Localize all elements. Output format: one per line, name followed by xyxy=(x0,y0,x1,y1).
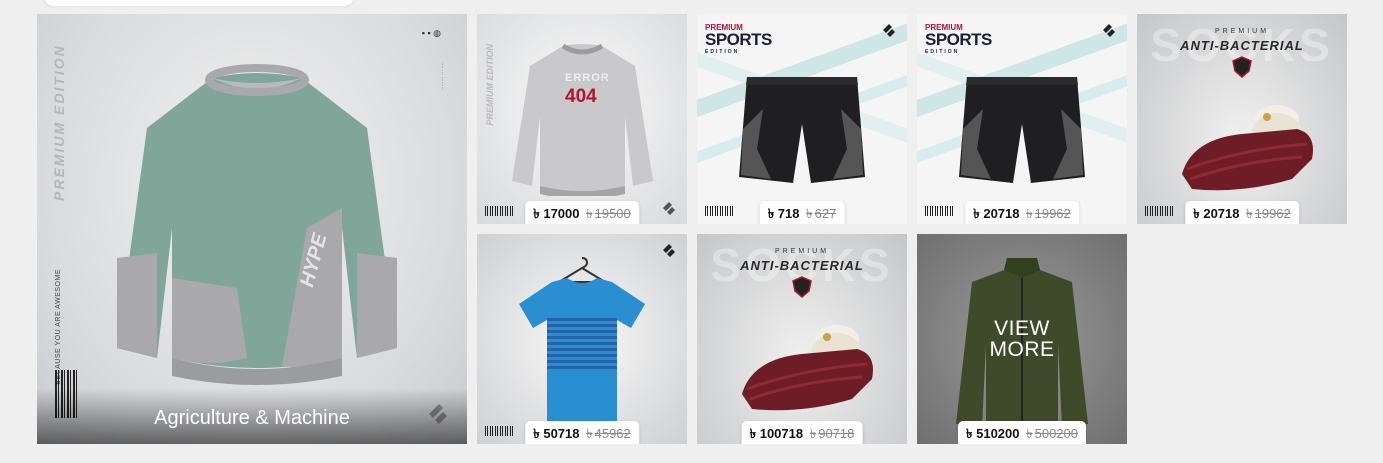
title-prefix: PREMIUM xyxy=(1214,28,1270,35)
price-badge: ৳ 50718 ৳ 45962 xyxy=(525,421,639,444)
old-price: 19962 xyxy=(1254,206,1291,221)
graphic-number: 404 xyxy=(565,86,597,107)
barcode-icon xyxy=(485,426,515,436)
old-currency-symbol: ৳ xyxy=(1026,426,1033,441)
old-currency-symbol: ৳ xyxy=(809,426,817,441)
old-currency-symbol: ৳ xyxy=(586,426,593,441)
current-price: 100718 xyxy=(759,426,804,441)
price-badge: ৳ 510200 ৳ 500200 xyxy=(958,421,1086,444)
sweatshirt-image xyxy=(117,64,397,385)
view-more-card[interactable]: VIEW MORE ৳ 510200 ৳ 500200 xyxy=(917,234,1127,444)
current-price: 510200 xyxy=(976,426,1020,441)
old-currency-symbol: ৳ xyxy=(1246,206,1253,221)
price-badge: ৳ 20718 ৳ 19962 xyxy=(1185,201,1299,224)
price-badge: ৳ 17000 ৳ 19500 xyxy=(525,201,639,224)
price-badge: ৳ 100718 ৳ 90718 xyxy=(741,421,863,444)
old-price: 500200 xyxy=(1034,426,1078,441)
title-prefix: PREMIUM xyxy=(774,248,830,255)
current-price: 17000 xyxy=(543,206,580,221)
product-title: ANTI-BACTERIAL xyxy=(740,258,864,273)
product-card[interactable]: PREMIUM EDITION ERROR 404 ৳ 17000 ৳ 19500 xyxy=(477,14,687,224)
barcode-icon xyxy=(485,206,515,216)
old-price: 627 xyxy=(814,206,837,221)
barcode-icon xyxy=(925,206,955,216)
old-price: 45962 xyxy=(594,426,631,441)
old-currency-symbol: ৳ xyxy=(806,206,813,221)
barcode-icon xyxy=(1145,206,1175,216)
old-price: 19500 xyxy=(594,206,631,221)
shield-icon xyxy=(1232,56,1252,78)
brand-logo-icon xyxy=(1103,24,1115,37)
sock-shoe-image xyxy=(1182,105,1313,191)
old-price: 19962 xyxy=(1034,206,1071,221)
vertical-url-text: ···· ··· ········ xyxy=(439,62,445,90)
product-title: ANTI-BACTERIAL xyxy=(1180,38,1304,53)
shorts-image xyxy=(739,77,865,183)
barcode-icon xyxy=(705,206,735,216)
current-price: 718 xyxy=(777,206,800,221)
tshirt-image xyxy=(519,278,645,421)
view-more-label: VIEW MORE xyxy=(989,317,1055,361)
product-card[interactable]: SOCKS PREMIUM ANTI-BACTERIAL ৳ 100718 ৳ 9… xyxy=(697,234,907,444)
old-currency-symbol: ৳ xyxy=(586,206,593,221)
currency-symbol: ৳ xyxy=(533,426,540,441)
shorts-image xyxy=(959,77,1085,183)
currency-symbol: ৳ xyxy=(1193,206,1200,221)
product-card[interactable]: PREMIUM SPORTS EDITION ৳ 20718 ৳ 19962 xyxy=(917,14,1127,224)
product-card[interactable]: SOCKS PREMIUM ANTI-BACTERIAL ৳ 20718 ৳ 19… xyxy=(1137,14,1347,224)
currency-symbol: ৳ xyxy=(749,426,757,441)
brand-logo-icon xyxy=(663,202,675,215)
brand-logo-icon xyxy=(883,24,895,37)
shield-icon xyxy=(792,276,812,298)
search-bar[interactable] xyxy=(44,0,354,6)
currency-symbol: ৳ xyxy=(966,426,973,441)
edition-label: PREMIUM EDITION xyxy=(51,44,67,201)
price-badge: ৳ 20718 ৳ 19962 xyxy=(965,201,1079,224)
sweatshirt-image xyxy=(512,43,653,196)
price-badge: ৳ 718 ৳ 627 xyxy=(759,201,845,224)
current-price: 20718 xyxy=(1203,206,1240,221)
old-currency-symbol: ৳ xyxy=(1026,206,1033,221)
current-price: 20718 xyxy=(983,206,1020,221)
social-icons: ▪ ▪ ◍ xyxy=(421,28,441,38)
current-price: 50718 xyxy=(543,426,580,441)
tagline-vertical: BECAUSE YOU ARE AWESOME xyxy=(55,269,62,385)
product-card[interactable]: PREMIUM SPORTS EDITION ৳ 718 ৳ 627 xyxy=(697,14,907,224)
sock-shoe-image xyxy=(742,325,873,411)
graphic-text: ERROR xyxy=(565,72,610,84)
currency-symbol: ৳ xyxy=(533,206,540,221)
old-price: 90718 xyxy=(818,426,855,441)
edition-label: PREMIUM EDITION xyxy=(485,44,495,126)
currency-symbol: ৳ xyxy=(973,206,980,221)
collection-logo: PREMIUM SPORTS EDITION xyxy=(705,23,772,55)
currency-symbol: ৳ xyxy=(767,206,775,221)
collection-logo: PREMIUM SPORTS EDITION xyxy=(925,23,992,55)
product-card[interactable]: ৳ 50718 ৳ 45962 xyxy=(477,234,687,444)
featured-category-card[interactable]: PREMIUM EDITION BECAUSE YOU ARE AWESOME … xyxy=(37,14,467,444)
brand-logo-icon xyxy=(663,244,675,257)
category-caption: Agriculture & Machine xyxy=(37,388,467,444)
